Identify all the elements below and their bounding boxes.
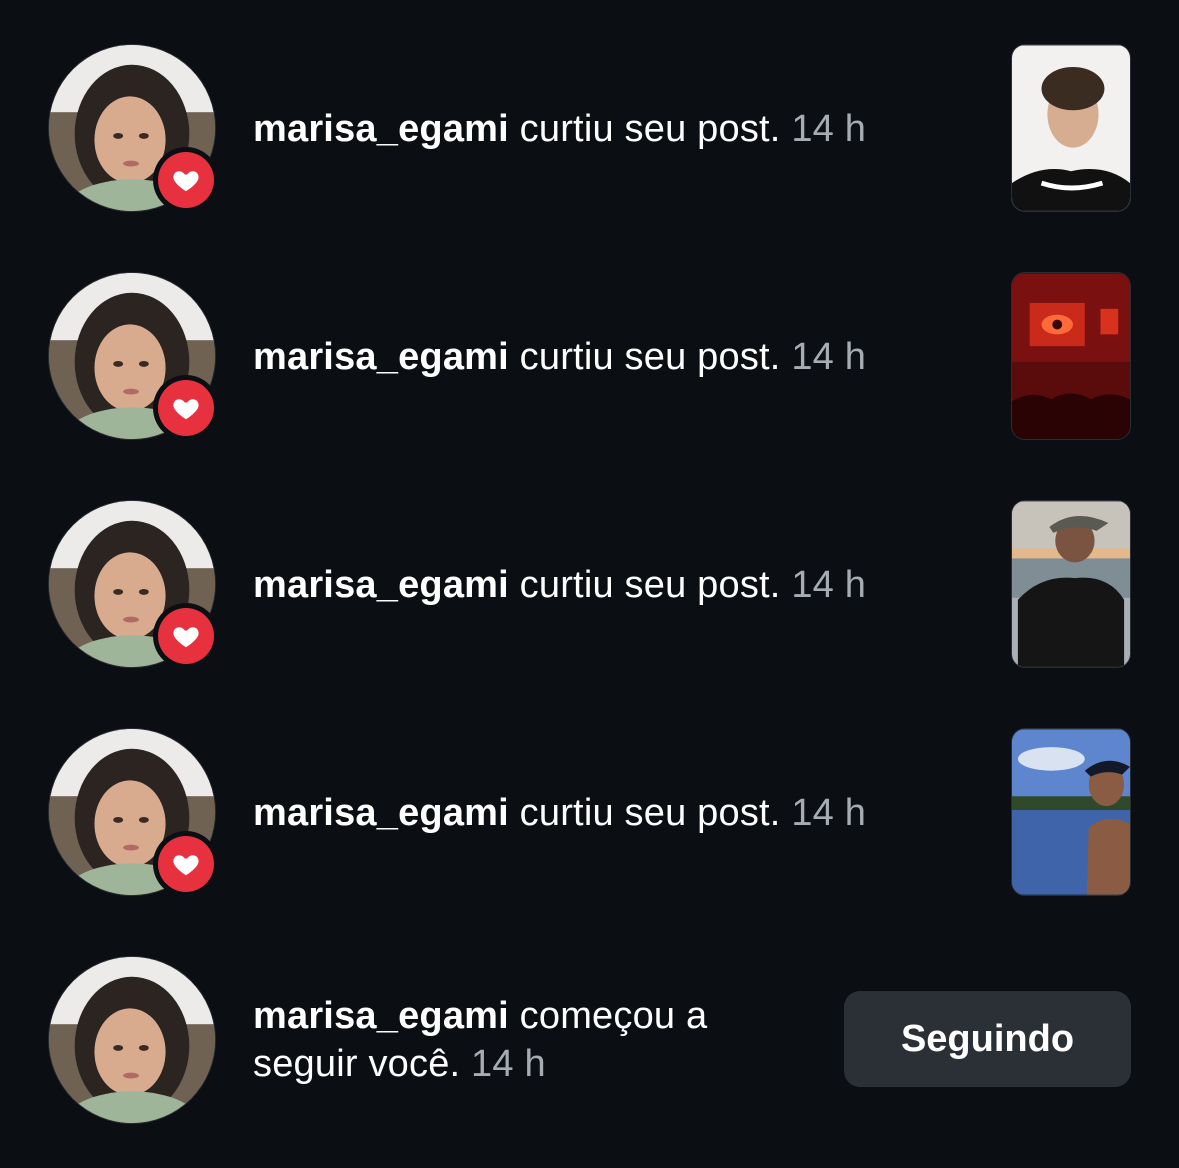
notification-text: marisa_egami curtiu seu post. 14 h: [253, 789, 866, 837]
like-badge: [153, 603, 219, 669]
following-button[interactable]: Seguindo: [844, 991, 1131, 1087]
post-thumbnail-sunset: [1012, 501, 1130, 667]
heart-icon: [173, 855, 199, 876]
notification-action: curtiu seu post.: [519, 108, 781, 150]
username-link[interactable]: marisa_egami: [253, 108, 509, 150]
heart-icon: [173, 171, 199, 192]
post-thumbnail-lake: [1012, 729, 1130, 895]
post-thumbnail-portrait: [1012, 45, 1130, 211]
avatar-image: [49, 957, 215, 1123]
username-link[interactable]: marisa_egami: [253, 336, 509, 378]
post-thumbnail[interactable]: [1011, 728, 1131, 896]
like-badge: [153, 831, 219, 897]
post-thumbnail[interactable]: [1011, 500, 1131, 668]
notification-text: marisa_egami curtiu seu post. 14 h: [253, 333, 866, 381]
notification-row[interactable]: marisa_egami curtiu seu post. 14 h: [0, 272, 1179, 442]
notification-text: marisa_egami curtiu seu post. 14 h: [253, 561, 866, 609]
post-thumbnail[interactable]: [1011, 44, 1131, 212]
notification-text: marisa_egami curtiu seu post. 14 h: [253, 105, 866, 153]
heart-icon: [173, 399, 199, 420]
timestamp: 14 h: [791, 336, 867, 378]
notification-action: curtiu seu post.: [519, 564, 781, 606]
notification-row[interactable]: marisa_egami curtiu seu post. 14 h: [0, 500, 1179, 670]
timestamp: 14 h: [471, 1043, 546, 1085]
notification-row[interactable]: marisa_egami curtiu seu post. 14 h: [0, 44, 1179, 214]
timestamp: 14 h: [791, 108, 867, 150]
avatar[interactable]: [48, 956, 216, 1124]
notification-action: começou a: [519, 995, 708, 1037]
username-link[interactable]: marisa_egami: [253, 564, 509, 606]
notification-action: curtiu seu post.: [519, 336, 781, 378]
follow-notification-row[interactable]: marisa_egami começou a seguir você. 14 h…: [0, 956, 1179, 1126]
username-link[interactable]: marisa_egami: [253, 995, 509, 1037]
notification-action-continued: seguir você.: [253, 1043, 461, 1085]
timestamp: 14 h: [791, 564, 867, 606]
post-thumbnail[interactable]: [1011, 272, 1131, 440]
notification-text: marisa_egami começou a seguir você. 14 h: [253, 992, 707, 1088]
notification-action: curtiu seu post.: [519, 792, 781, 834]
timestamp: 14 h: [791, 792, 867, 834]
like-badge: [153, 375, 219, 441]
username-link[interactable]: marisa_egami: [253, 792, 509, 834]
like-badge: [153, 147, 219, 213]
heart-icon: [173, 627, 199, 648]
notification-row[interactable]: marisa_egami curtiu seu post. 14 h: [0, 728, 1179, 898]
post-thumbnail-concert: [1012, 273, 1130, 439]
